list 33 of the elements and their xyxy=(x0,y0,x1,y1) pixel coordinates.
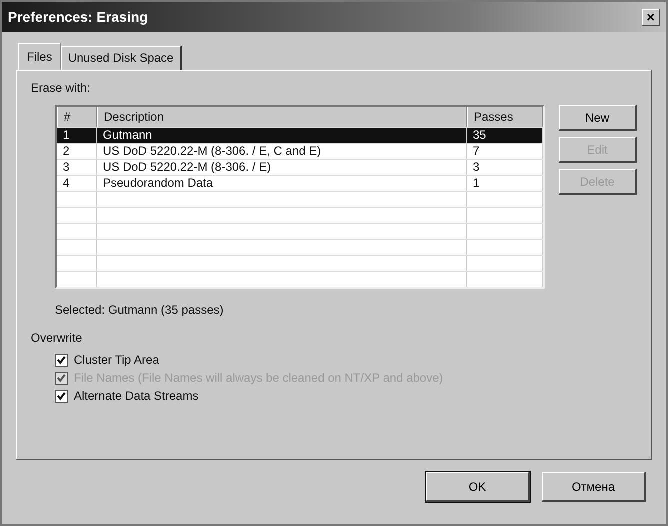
checkbox[interactable] xyxy=(55,390,68,402)
group-label: Overwrite xyxy=(31,331,82,345)
action-button[interactable]: New xyxy=(559,105,637,131)
table-cell: US DoD 5220.22-M (8-306. / E, C and E) xyxy=(97,144,467,159)
table-cell: Gutmann xyxy=(97,128,467,143)
tab[interactable]: Unused Disk Space xyxy=(61,46,182,70)
dialog-button[interactable]: OK xyxy=(426,472,530,502)
table-cell: 35 xyxy=(467,128,543,143)
column-header[interactable]: Passes xyxy=(467,107,543,127)
checkbox-label: Cluster Tip Area xyxy=(74,353,160,367)
column-header[interactable]: # xyxy=(57,107,97,127)
table-row[interactable]: 3 US DoD 5220.22-M (8-306. / E) 3 xyxy=(57,160,543,176)
table-cell: 3 xyxy=(467,160,543,175)
close-button[interactable]: × xyxy=(642,8,660,26)
checkbox[interactable] xyxy=(55,354,68,366)
table-cell: Pseudorandom Data xyxy=(97,176,467,191)
table-cell: 4 xyxy=(57,176,97,191)
table-row[interactable]: 4 Pseudorandom Data 1 xyxy=(57,176,543,192)
tab[interactable]: Files xyxy=(18,43,62,70)
group-label: Erase with: xyxy=(31,81,90,95)
table-cell: 1 xyxy=(467,176,543,191)
checkbox-label: Alternate Data Streams xyxy=(74,389,199,403)
column-header[interactable]: Description xyxy=(97,107,467,127)
table-cell: US DoD 5220.22-M (8-306. / E) xyxy=(97,160,467,175)
table-row[interactable]: 1 Gutmann 35 xyxy=(57,128,543,144)
table-cell: 1 xyxy=(57,128,97,143)
table-cell: 3 xyxy=(57,160,97,175)
table-row[interactable]: 2 US DoD 5220.22-M (8-306. / E, C and E) 7 xyxy=(57,144,543,160)
selection-text: Selected: Gutmann (35 passes) xyxy=(55,303,224,317)
table-cell: 7 xyxy=(467,144,543,159)
table-cell: 2 xyxy=(57,144,97,159)
dialog-button[interactable]: Отмена xyxy=(542,472,646,502)
window-title: Preferences: Erasing xyxy=(8,9,148,25)
